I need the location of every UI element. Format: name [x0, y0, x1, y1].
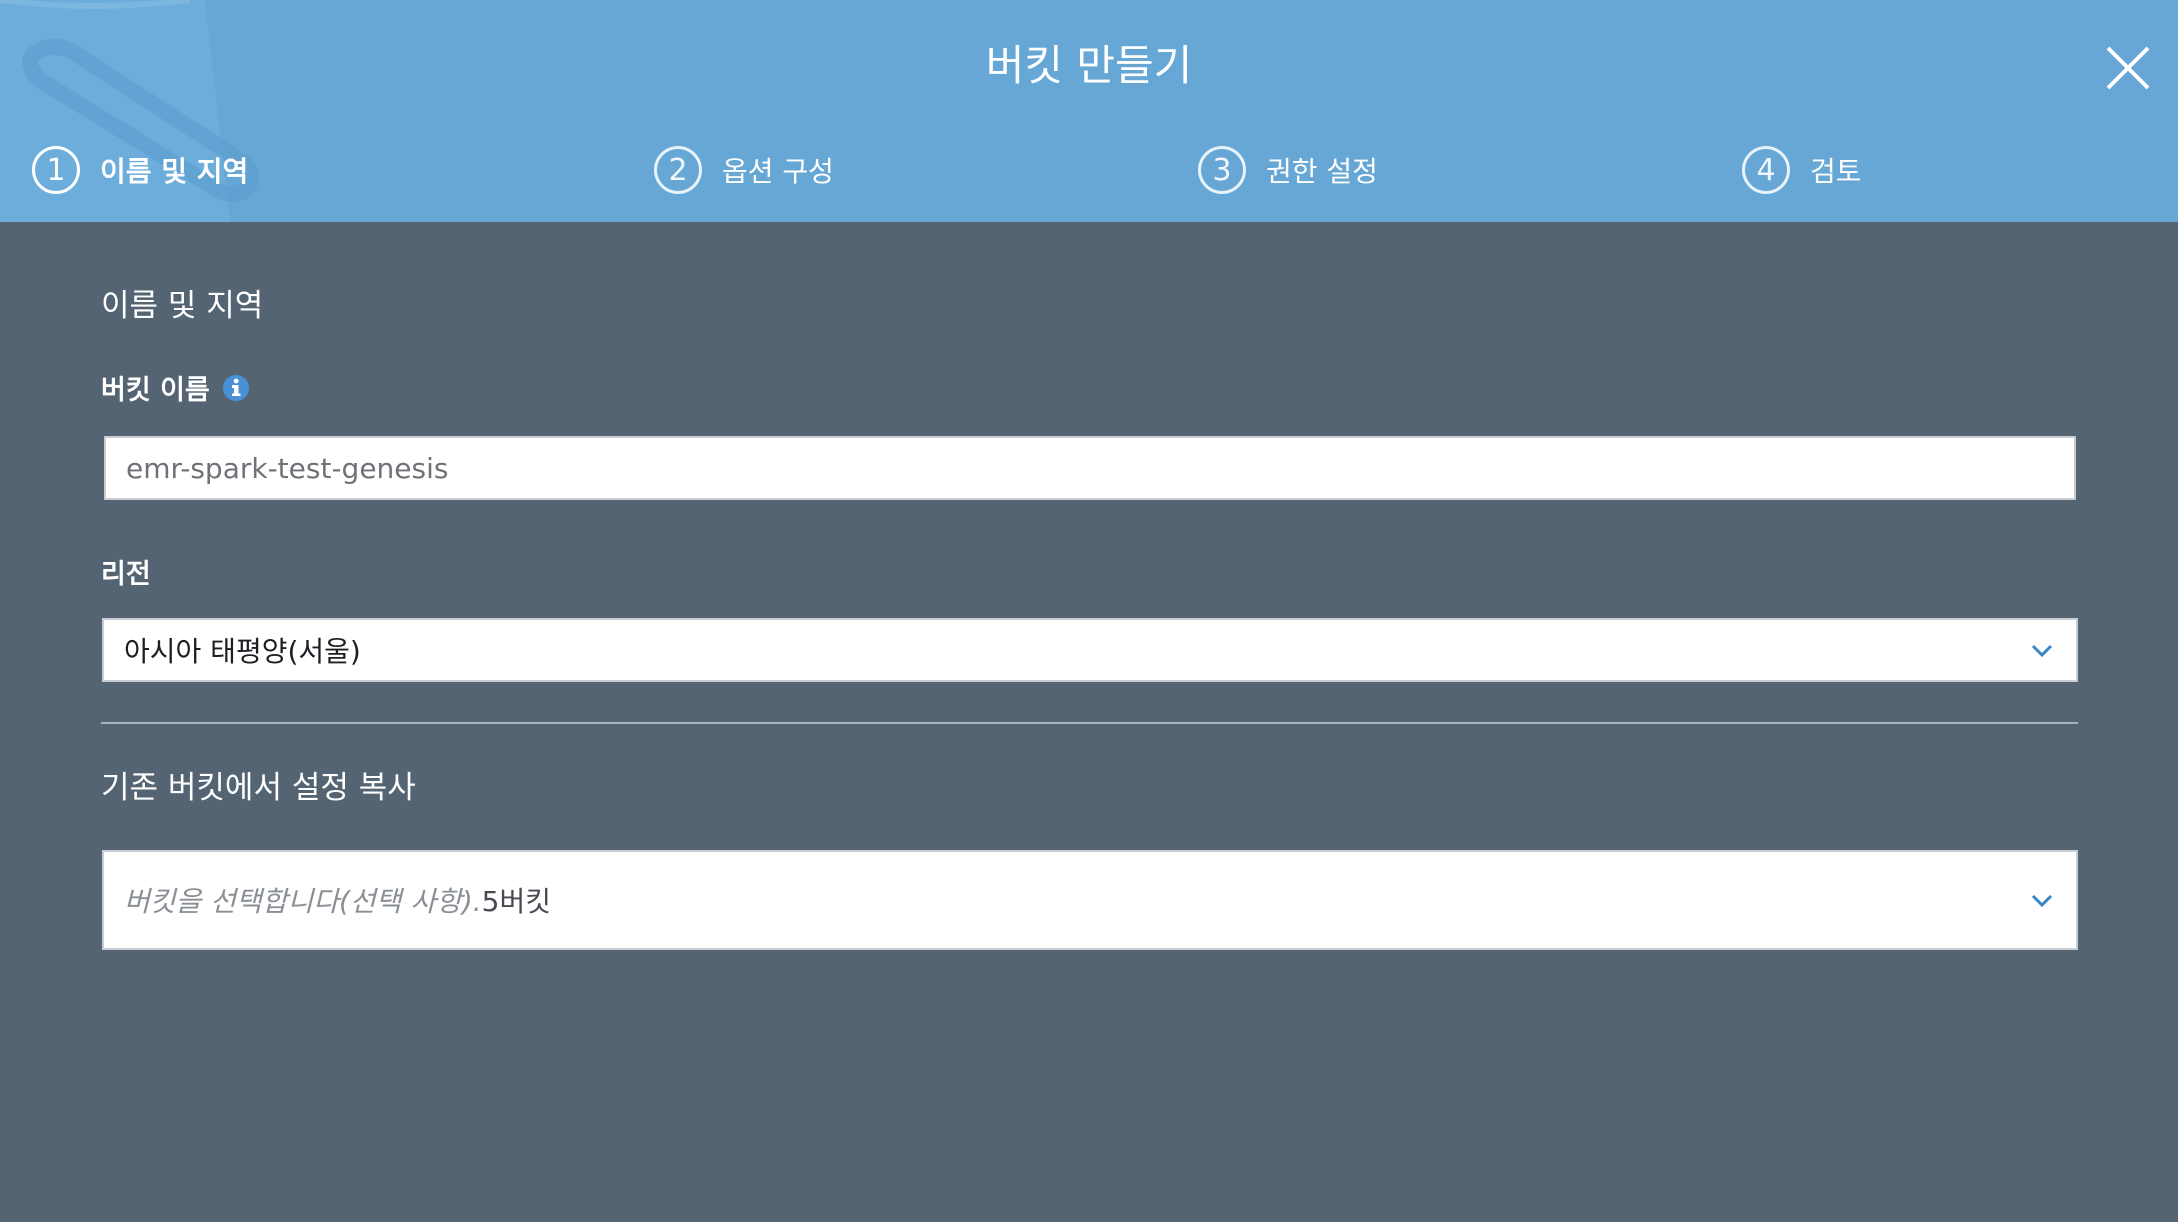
step-label: 검토 [1810, 155, 1862, 188]
step-number: 4 [1742, 146, 1790, 194]
region-select[interactable]: 아시아 태평양(서울) [102, 618, 2078, 682]
step-name-and-region[interactable]: 1 이름 및 지역 [32, 140, 248, 200]
chevron-down-icon [2031, 644, 2053, 658]
chevron-down-icon [2031, 894, 2053, 908]
info-icon[interactable] [222, 374, 250, 402]
section-divider [101, 722, 2078, 724]
step-label: 옵션 구성 [722, 155, 834, 188]
bucket-name-label-text: 버킷 이름 [101, 375, 210, 406]
bucket-name-field[interactable]: emr-spark-test-genesis [104, 436, 2076, 500]
bucket-name-value: emr-spark-test-genesis [126, 451, 449, 485]
step-review[interactable]: 4 검토 [1742, 140, 1862, 200]
wizard-steps: 1 이름 및 지역 2 옵션 구성 3 권한 설정 4 검토 [0, 140, 2178, 200]
step-number: 2 [654, 146, 702, 194]
copy-bucket-select[interactable]: 버킷을 선택합니다(선택 사항). 5버킷 [102, 850, 2078, 950]
step-set-permissions[interactable]: 3 권한 설정 [1198, 140, 1378, 200]
wizard-header: 버킷 만들기 1 이름 및 지역 2 옵션 구성 3 권한 설정 4 검토 [0, 0, 2178, 222]
copy-bucket-placeholder: 버킷을 선택합니다(선택 사항). [124, 885, 482, 918]
step-configure-options[interactable]: 2 옵션 구성 [654, 140, 834, 200]
bucket-count: 5버킷 [481, 885, 552, 918]
step-number: 3 [1198, 146, 1246, 194]
close-button[interactable] [2100, 40, 2156, 96]
close-icon [2106, 46, 2150, 90]
bucket-name-label: 버킷 이름 [101, 368, 250, 407]
section-title: 이름 및 지역 [101, 288, 264, 324]
step-label: 권한 설정 [1266, 155, 1378, 188]
modal-title: 버킷 만들기 [985, 41, 1193, 90]
copy-settings-title: 기존 버킷에서 설정 복사 [101, 770, 416, 806]
region-label: 리전 [101, 559, 151, 590]
step-number: 1 [32, 146, 80, 194]
step-label: 이름 및 지역 [100, 155, 249, 188]
region-value: 아시아 태평양(서울) [124, 635, 361, 668]
